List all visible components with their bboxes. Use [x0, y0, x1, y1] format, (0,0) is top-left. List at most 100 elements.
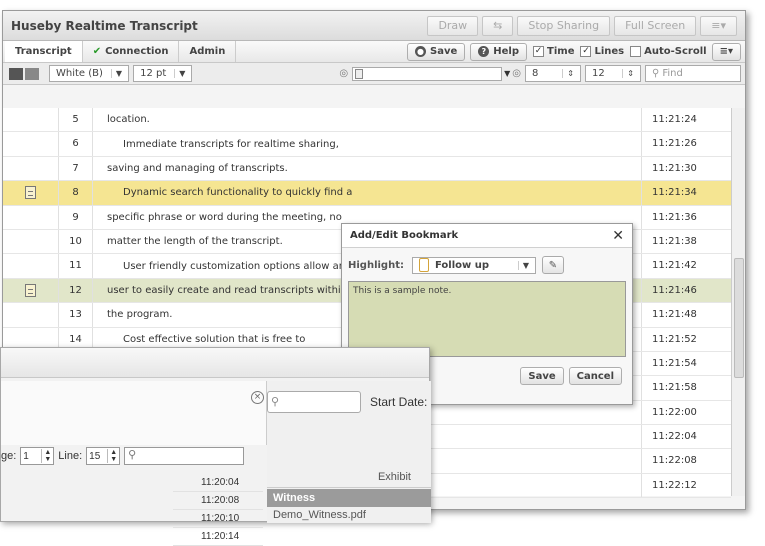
dialog-save-button[interactable]: Save — [520, 367, 564, 385]
find-input[interactable]: ⚲ Find — [645, 65, 741, 82]
exhibit-search-input[interactable]: ⚲ — [267, 391, 361, 413]
bookmark-cell[interactable] — [3, 156, 59, 181]
options-menu-button[interactable]: ≡▾ — [711, 42, 741, 61]
search-icon: ⚲ — [652, 68, 660, 79]
bookmark-cell[interactable] — [3, 132, 59, 156]
line-number: 9 — [59, 205, 93, 229]
bookmark-cell[interactable] — [3, 254, 59, 278]
position-slider[interactable] — [352, 66, 503, 81]
list-item: 11:20:10 — [173, 510, 263, 528]
tab-admin[interactable]: Admin — [179, 41, 237, 62]
witness-group-header[interactable]: Witness — [267, 489, 431, 507]
font-size-select[interactable]: 12 pt ▼ — [133, 65, 193, 82]
note-textarea[interactable]: This is a sample note. — [348, 281, 626, 357]
page-stepper[interactable]: 1 ▲ ▼ — [20, 447, 55, 465]
window-title: Huseby Realtime Transcript — [11, 18, 198, 33]
tab-transcript[interactable]: Transcript — [5, 41, 83, 62]
highlight-value: Follow up — [435, 259, 490, 271]
bookmark-icon[interactable] — [25, 283, 36, 297]
exhibit-file-link[interactable]: Demo_Witness.pdf — [267, 509, 366, 521]
table-row[interactable]: 6 Immediate transcripts for realtime shar… — [3, 132, 731, 157]
bookmark-cell[interactable] — [3, 108, 59, 132]
color-select[interactable]: White (B) ▼ — [49, 65, 130, 82]
lines-checkbox[interactable]: ✓ Lines — [580, 46, 624, 57]
list-item: 11:20:04 — [173, 474, 263, 492]
bookmark-cell[interactable] — [3, 229, 59, 254]
table-row[interactable]: 8 Dynamic search functionality to quickly… — [3, 181, 731, 206]
highlight-label: Highlight: — [348, 259, 404, 271]
bookmark-cell[interactable] — [3, 278, 59, 303]
dialog-cancel-button[interactable]: Cancel — [568, 367, 622, 385]
page-line-controls: ge: 1 ▲ ▼ Line: 15 ▲ ▼ ⚲ — [1, 447, 245, 465]
filter-panel: × ge: 1 ▲ ▼ Line: 15 ▲ ▼ ⚲ 11:20:04 11:20:08… — [1, 381, 267, 546]
checkbox-checked-icon: ✓ — [533, 46, 545, 57]
start-date-label: Start Date: — [370, 395, 428, 409]
highlight-select[interactable]: Follow up ▼ — [412, 256, 536, 274]
transcript-text: Dynamic search functionality to quickly … — [123, 187, 353, 199]
slider-start-icon[interactable]: ◎ — [339, 68, 348, 79]
timestamp: 11:21:34 — [641, 181, 731, 205]
full-screen-button[interactable]: Full Screen — [614, 15, 697, 36]
close-circle-icon[interactable]: × — [251, 391, 264, 404]
search-icon: ⚲ — [128, 449, 137, 461]
timestamp: 11:22:04 — [641, 425, 731, 449]
help-button[interactable]: ? Help — [470, 42, 528, 61]
color-value: White (B) — [56, 68, 103, 79]
timestamp: 11:21:38 — [641, 229, 731, 254]
line-stepper[interactable]: 15 ▲ ▼ — [86, 447, 121, 465]
slider-end-icon[interactable]: ◎ — [512, 68, 521, 79]
from-line-stepper[interactable]: 8 ⇕ — [525, 65, 581, 82]
draw-button[interactable]: Draw — [427, 15, 479, 36]
stop-sharing-button[interactable]: Stop Sharing — [517, 15, 611, 36]
check-icon: ✔ — [92, 46, 102, 57]
checkbox-checked-icon: ✓ — [580, 46, 592, 57]
timestamp: 11:21:58 — [641, 376, 731, 400]
layout-icon[interactable] — [9, 67, 23, 80]
timestamp: 11:21:24 — [641, 108, 731, 132]
edit-highlight-button[interactable]: ✎ — [542, 256, 564, 274]
line-number: 7 — [59, 156, 93, 181]
checkbox-empty-icon — [630, 46, 642, 57]
help-icon: ? — [478, 46, 490, 57]
scroll-thumb[interactable] — [734, 258, 744, 378]
line-value: 15 — [89, 450, 101, 462]
bookmark-cell[interactable] — [3, 303, 59, 327]
vertical-scrollbar[interactable] — [731, 108, 745, 496]
transcript-text: saving and managing of transcripts. — [107, 162, 288, 174]
line-number: 8 — [59, 181, 93, 205]
stepper-icon: ⇕ — [562, 69, 574, 78]
line-number: 5 — [59, 108, 93, 132]
layout-alt-icon[interactable] — [25, 67, 39, 80]
time-checkbox[interactable]: ✓ Time — [533, 46, 574, 57]
highlight-row: Highlight: Follow up ▼ ✎ — [342, 248, 632, 274]
search-input[interactable]: ⚲ — [124, 447, 245, 465]
timestamp: 11:22:00 — [641, 400, 731, 425]
title-bar: Huseby Realtime Transcript Draw ⇆ Stop S… — [3, 11, 745, 41]
help-label: Help — [493, 46, 520, 57]
table-row[interactable]: 5 location. 11:21:24 — [3, 108, 731, 133]
dialog-header: Add/Edit Bookmark ✕ — [342, 224, 632, 248]
transcript-text: location. — [107, 114, 150, 126]
slider-dropdown-icon[interactable]: ▼ — [504, 69, 510, 78]
bookmark-cell[interactable] — [3, 205, 59, 229]
menu-icon[interactable]: ≡▾ — [700, 15, 737, 36]
exhibit-header[interactable]: Exhibit — [267, 466, 431, 488]
format-toolbar: White (B) ▼ 12 pt ▼ ◎ ▼ ◎ 8 ⇕ 12 ⇕ ⚲ Find — [3, 63, 745, 85]
to-line-stepper[interactable]: 12 ⇕ — [585, 65, 641, 82]
timestamp: 11:22:08 — [641, 449, 731, 473]
tab-transcript-label: Transcript — [15, 46, 72, 57]
auto-scroll-checkbox[interactable]: Auto-Scroll — [630, 46, 707, 57]
time-label: Time — [547, 46, 575, 57]
pencil-icon: ✎ — [548, 259, 558, 271]
close-icon[interactable]: ✕ — [612, 228, 624, 244]
tab-connection[interactable]: ✔ Connection — [83, 41, 180, 62]
page-value: 1 — [23, 450, 29, 462]
transcript-text: specific phrase or word during the meeti… — [107, 211, 342, 223]
save-button[interactable]: ● Save — [407, 42, 466, 61]
stepper-icon: ▲ ▼ — [107, 449, 117, 463]
bookmark-icon[interactable] — [25, 186, 36, 200]
share-icon-button[interactable]: ⇆ — [482, 15, 514, 36]
dialog-title: Add/Edit Bookmark — [350, 230, 459, 241]
table-row[interactable]: 7 saving and managing of transcripts. 11:2… — [3, 156, 731, 182]
bookmark-cell[interactable] — [3, 181, 59, 205]
